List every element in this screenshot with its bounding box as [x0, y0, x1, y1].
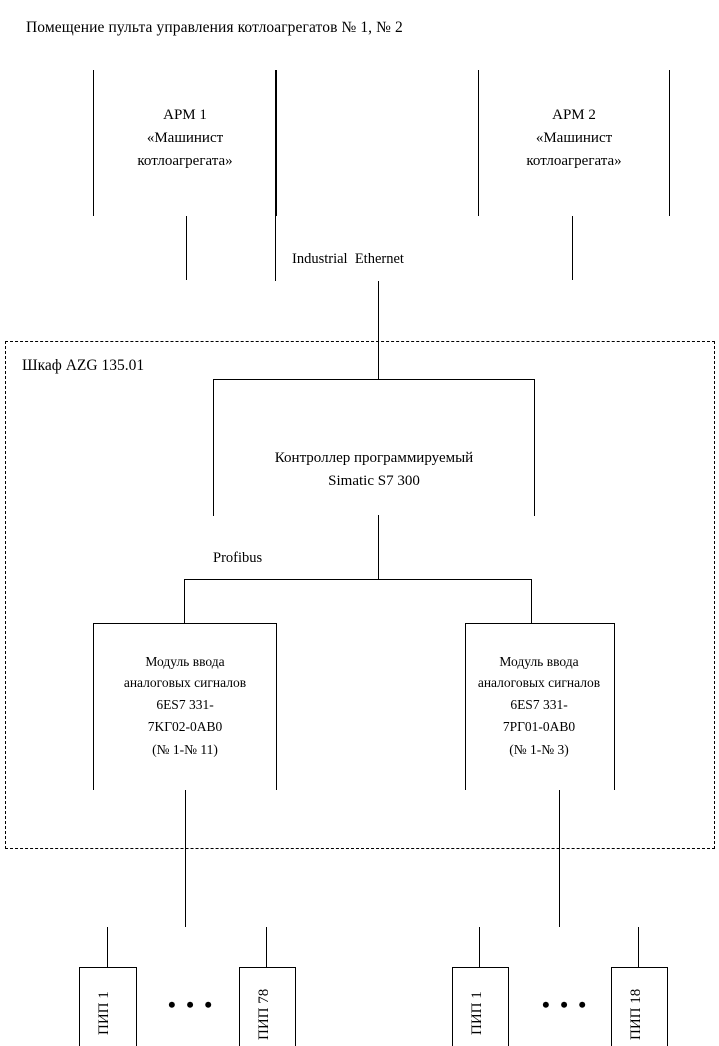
link-arm1-to-ethernet [186, 216, 187, 280]
controller-line1: Контроллер программируемый [274, 450, 474, 466]
io-module-1-top-right-edge [185, 623, 276, 624]
workstation-arm1-role-line1: «Машинист [146, 130, 224, 146]
link-to-sensor-4 [638, 927, 639, 967]
link-arm2-to-ethernet [572, 216, 573, 280]
io-module-2-line1: Модуль ввода [499, 654, 579, 669]
io-module-1-line2: аналоговых сигналов [123, 675, 247, 690]
sensor-group-1-ellipsis: • • • [168, 992, 215, 1017]
link-controller-to-profibus [378, 515, 379, 579]
io-module-2-line2: аналоговых сигналов [477, 675, 601, 690]
sensor-4-label: ПИП 18 [628, 988, 644, 1040]
io-module-2-top-right-edge [532, 623, 614, 624]
link-module2-to-sensors [559, 790, 560, 927]
profibus-bus-bar [184, 579, 532, 580]
link-to-sensor-1 [107, 927, 108, 967]
workstation-arm2-name: АРМ 2 [552, 107, 596, 123]
io-module-1-line4: 7KГ02-0AB0 [147, 719, 223, 734]
io-module-1-line3: 6ES7 331- [156, 697, 214, 712]
profibus-label: Profibus [213, 550, 263, 566]
ethernet-bus-trunk-upper [275, 70, 276, 281]
link-to-sensor-3 [479, 927, 480, 967]
sensor-3-label: ПИП 1 [469, 991, 485, 1035]
io-module-1-top-left-edge [93, 623, 185, 624]
workstation-arm2-role-line2: котлоагрегата» [526, 153, 622, 169]
io-module-1-line1: Модуль ввода [145, 654, 225, 669]
diagram-canvas: Помещение пульта управления котлоагрегат… [0, 0, 719, 1046]
sensor-2-label: ПИП 78 [256, 988, 272, 1040]
controller-line2: Simatic S7 300 [328, 473, 420, 489]
sensor-group-2-ellipsis: • • • [542, 992, 589, 1017]
page-title: Помещение пульта управления котлоагрегат… [26, 19, 403, 36]
io-module-2-line4: 7PГ01-0AB0 [502, 719, 576, 734]
io-module-1-line5: (№ 1-№ 11) [152, 742, 218, 757]
workstation-arm1-name: АРМ 1 [163, 107, 207, 123]
link-profibus-to-module1 [184, 579, 185, 623]
sensor-1-label: ПИП 1 [96, 991, 112, 1035]
io-module-2-top-left-edge [465, 623, 532, 624]
cabinet-label: Шкаф AZG 135.01 [22, 357, 145, 374]
link-to-sensor-2 [266, 927, 267, 967]
link-profibus-to-module2 [531, 579, 532, 623]
ethernet-bus-label: Industrial Ethernet [292, 251, 404, 267]
workstation-arm2-role-line1: «Машинист [535, 130, 613, 146]
workstation-arm1-role-line2: котлоагрегата» [137, 153, 233, 169]
io-module-2-line5: (№ 1-№ 3) [509, 742, 569, 757]
io-module-2-line3: 6ES7 331- [510, 697, 568, 712]
link-module1-to-sensors [185, 790, 186, 927]
